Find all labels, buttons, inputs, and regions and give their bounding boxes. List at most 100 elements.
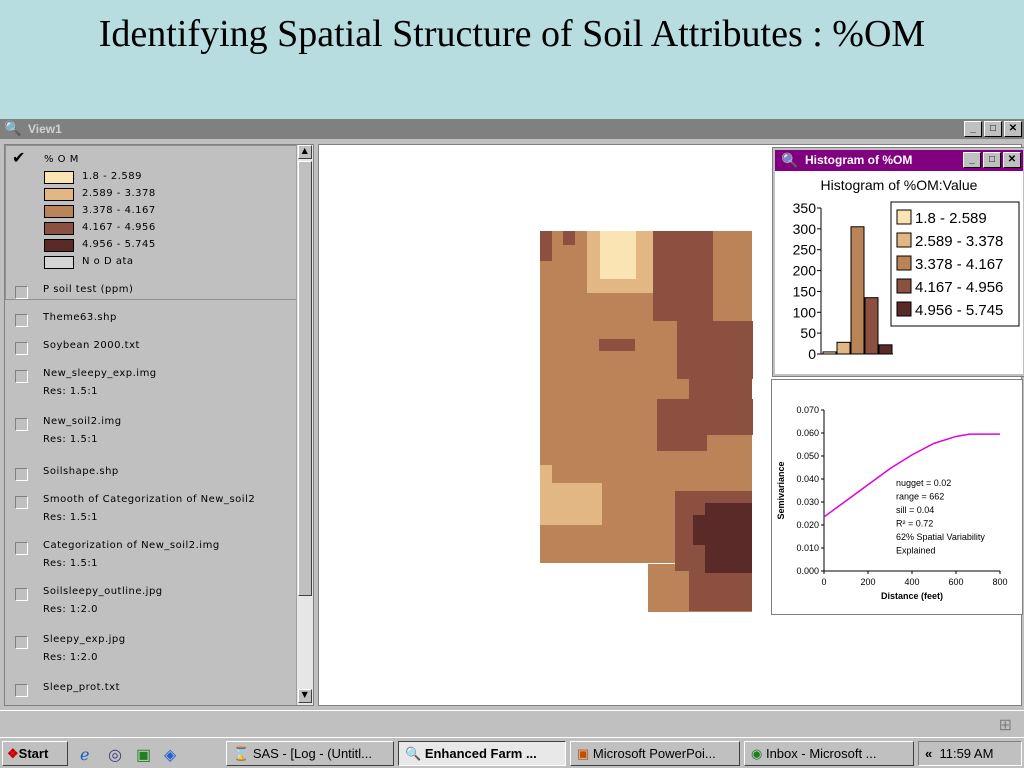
vario-x-axis-label: Distance (feet) — [881, 591, 943, 601]
task-powerpoint[interactable]: ▣ Microsoft PowerPoi... — [570, 741, 740, 766]
legend-label: 4.956 - 5.745 — [82, 239, 156, 250]
theme-name: New_sleepy_exp.img — [43, 368, 157, 379]
theme-row[interactable]: Sleepy_exp.jpg Res: 1:2.0 — [5, 629, 297, 673]
clock[interactable]: 11:59 AM — [939, 746, 993, 761]
checkmark-icon[interactable]: ✔ — [12, 148, 26, 167]
task-inbox[interactable]: ◉ Inbox - Microsoft ... — [744, 741, 914, 766]
theme-visibility-checkbox[interactable] — [15, 370, 28, 383]
legend-swatch[interactable] — [44, 188, 74, 201]
table-of-contents: ✔ % O M 1.8 - 2.589 2.589 - 3.378 3.378 - … — [4, 144, 314, 706]
theme-name: Soybean 2000.txt — [43, 340, 140, 351]
scroll-up-arrow-icon[interactable]: ▲ — [298, 145, 312, 159]
hist-y-tick-label: 300 — [793, 221, 817, 237]
theme-name: Theme63.shp — [43, 312, 117, 323]
hist-legend-label: 4.956 - 5.745 — [915, 302, 1003, 319]
vario-annotation: 62% Spatial Variability — [896, 532, 985, 542]
minimize-button[interactable]: _ — [964, 121, 982, 137]
internet-explorer-icon[interactable]: ℯ — [80, 745, 89, 765]
channels-icon[interactable]: ◈ — [164, 745, 176, 765]
vario-x-tick-label: 0 — [821, 577, 826, 587]
histogram-title: Histogram of %OM — [805, 153, 913, 167]
theme-resolution: Res: 1.5:1 — [43, 512, 99, 523]
view1-titlebar[interactable]: 🔍 View1 _ □ ✕ — [0, 119, 1024, 139]
theme-resolution: Res: 1:2.0 — [43, 604, 99, 615]
theme-row[interactable]: Soybean 2000.txt — [5, 335, 297, 361]
maximize-button[interactable]: □ — [984, 121, 1002, 137]
vario-x-tick-label: 600 — [948, 577, 963, 587]
hist-legend-swatch — [896, 209, 912, 225]
theme-visibility-checkbox[interactable] — [15, 418, 28, 431]
theme-visibility-checkbox[interactable] — [15, 496, 28, 509]
scroll-thumb[interactable] — [298, 161, 312, 596]
scroll-down-arrow-icon[interactable]: ▼ — [298, 689, 312, 703]
globe-magnifier-icon: 🔍 — [405, 746, 422, 761]
hist-minimize-button[interactable]: _ — [963, 152, 981, 168]
vario-y-tick-label: 0.020 — [796, 520, 819, 530]
outlook-icon: ◉ — [751, 746, 763, 761]
vario-annotation: R² = 0.72 — [896, 519, 933, 529]
theme-visibility-checkbox[interactable] — [15, 684, 28, 697]
theme-row[interactable]: Soilshape.shp — [5, 461, 297, 487]
tray-expand-arrow[interactable]: « — [925, 746, 932, 761]
hist-y-tick-label: 350 — [793, 200, 817, 216]
legend-swatch[interactable] — [44, 222, 74, 235]
theme-visibility-checkbox[interactable] — [15, 286, 28, 299]
theme-name: Soilshape.shp — [43, 466, 119, 477]
outlook-express-icon[interactable]: ◎ — [108, 745, 122, 765]
theme-row[interactable]: Soilsleepy_outline.jpg Res: 1:2.0 — [5, 581, 297, 625]
theme-visibility-checkbox[interactable] — [15, 342, 28, 355]
theme-row[interactable]: New_sleepy_exp.img Res: 1.5:1 — [5, 363, 297, 407]
hist-legend-swatch — [896, 301, 912, 317]
close-button[interactable]: ✕ — [1004, 121, 1022, 137]
legend-swatch[interactable] — [44, 205, 74, 218]
theme-row[interactable]: Theme63.shp — [5, 307, 297, 333]
theme-resolution: Res: 1.5:1 — [43, 386, 99, 397]
theme-visibility-checkbox[interactable] — [15, 542, 28, 555]
theme-name: % O M — [44, 154, 79, 165]
vario-y-tick-label: 0.010 — [796, 543, 819, 553]
theme-row[interactable]: Sleep_prot.txt — [5, 677, 297, 703]
theme-visibility-checkbox[interactable] — [15, 468, 28, 481]
desktop-icon[interactable]: ▣ — [136, 745, 151, 765]
task-sas[interactable]: ⌛ SAS - [Log - (Untitl... — [226, 741, 394, 766]
vario-annotation: Explained — [896, 546, 936, 556]
vario-y-tick-label: 0.030 — [796, 497, 819, 507]
hist-y-tick-label: 250 — [793, 242, 817, 258]
legend-label: 2.589 - 3.378 — [82, 188, 156, 199]
hist-close-button[interactable]: ✕ — [1003, 152, 1021, 168]
theme-visibility-checkbox[interactable] — [15, 314, 28, 327]
resize-grip-icon[interactable]: ⊞ — [999, 715, 1012, 735]
theme-row[interactable]: P soil test (ppm) — [5, 279, 297, 305]
histogram-titlebar[interactable]: 🔍 Histogram of %OM _ □ ✕ — [775, 150, 1023, 171]
start-button[interactable]: ❖Start — [2, 741, 68, 766]
histogram-window: 🔍 Histogram of %OM _ □ ✕ Histogram of %O… — [772, 147, 1024, 377]
globe-magnifier-icon: 🔍 — [781, 152, 799, 168]
vario-y-tick-label: 0.050 — [796, 451, 819, 461]
theme-row[interactable]: New_soil2.img Res: 1.5:1 — [5, 411, 297, 455]
hist-y-tick-label: 50 — [800, 325, 816, 341]
hist-maximize-button[interactable]: □ — [983, 152, 1001, 168]
hist-bar — [850, 226, 865, 355]
legend-swatch[interactable] — [44, 171, 74, 184]
active-theme-om[interactable]: ✔ % O M 1.8 - 2.589 2.589 - 3.378 3.378 - … — [5, 145, 297, 300]
vario-y-tick-label: 0.000 — [796, 566, 819, 576]
hist-bar — [864, 297, 879, 355]
theme-name: New_soil2.img — [43, 416, 122, 427]
theme-row[interactable]: Smooth of Categorization of New_soil2 Res… — [5, 489, 297, 533]
toc-scrollbar[interactable]: ▲ ▼ — [296, 145, 313, 705]
theme-visibility-checkbox[interactable] — [15, 636, 28, 649]
theme-row[interactable]: Categorization of New_soil2.img Res: 1.5:… — [5, 535, 297, 579]
hist-y-tick-label: 0 — [808, 346, 816, 362]
vario-x-tick-label: 400 — [904, 577, 919, 587]
hist-y-tick-label: 200 — [793, 263, 817, 279]
legend-swatch[interactable] — [44, 256, 74, 269]
theme-visibility-checkbox[interactable] — [15, 588, 28, 601]
hist-legend-label: 3.378 - 4.167 — [915, 256, 1003, 273]
slide-title: Identifying Spatial Structure of Soil At… — [98, 13, 926, 55]
theme-name: Soilsleepy_outline.jpg — [43, 586, 163, 597]
hourglass-icon: ⌛ — [233, 746, 250, 761]
legend-swatch[interactable] — [44, 239, 74, 252]
hist-bar — [836, 341, 851, 355]
task-enhanced-farm[interactable]: 🔍 Enhanced Farm ... — [398, 741, 566, 766]
legend-label: 3.378 - 4.167 — [82, 205, 156, 216]
